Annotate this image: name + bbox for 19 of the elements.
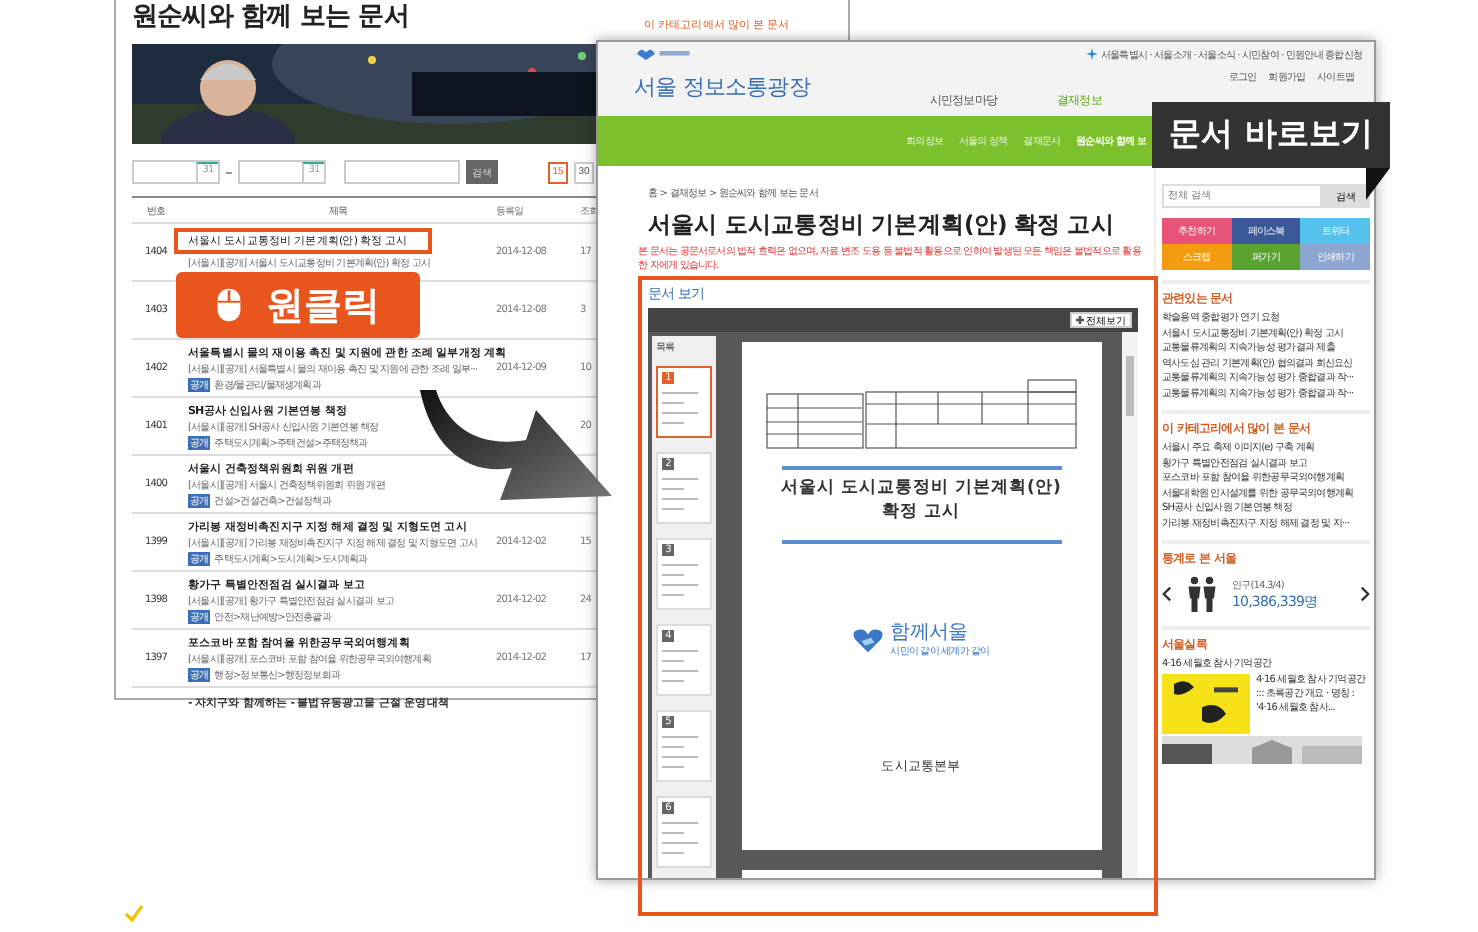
page-title-text: 확정 고시 xyxy=(882,500,960,524)
callout-label: 문서 바로보기 xyxy=(1152,102,1390,168)
site-title[interactable]: 서울 정보소통광장 xyxy=(634,72,810,102)
chevron-left-icon[interactable] xyxy=(1162,586,1172,602)
star-icon xyxy=(1085,48,1098,60)
heart-hands-icon xyxy=(852,627,885,653)
page-title-text: 서울시 도시교통정비 기본계획(안) xyxy=(781,476,1061,500)
one-click-badge: 원클릭 xyxy=(176,272,420,338)
check-icon xyxy=(124,904,144,924)
chevron-right-icon[interactable] xyxy=(1360,586,1370,602)
logo-text: 함께서울 xyxy=(890,622,970,644)
scrollbar[interactable] xyxy=(1122,332,1138,878)
plus-icon xyxy=(1076,316,1084,324)
page-title: 원순씨와 함께 보는 문서 xyxy=(132,0,409,36)
mouse-icon xyxy=(216,286,242,324)
document-title: 서울시 도시교통정비 기본계획(안) 확정 고시 xyxy=(648,210,1116,240)
search-field[interactable] xyxy=(344,160,460,184)
label-tail-icon xyxy=(1366,168,1390,200)
logo-icon xyxy=(634,46,694,62)
